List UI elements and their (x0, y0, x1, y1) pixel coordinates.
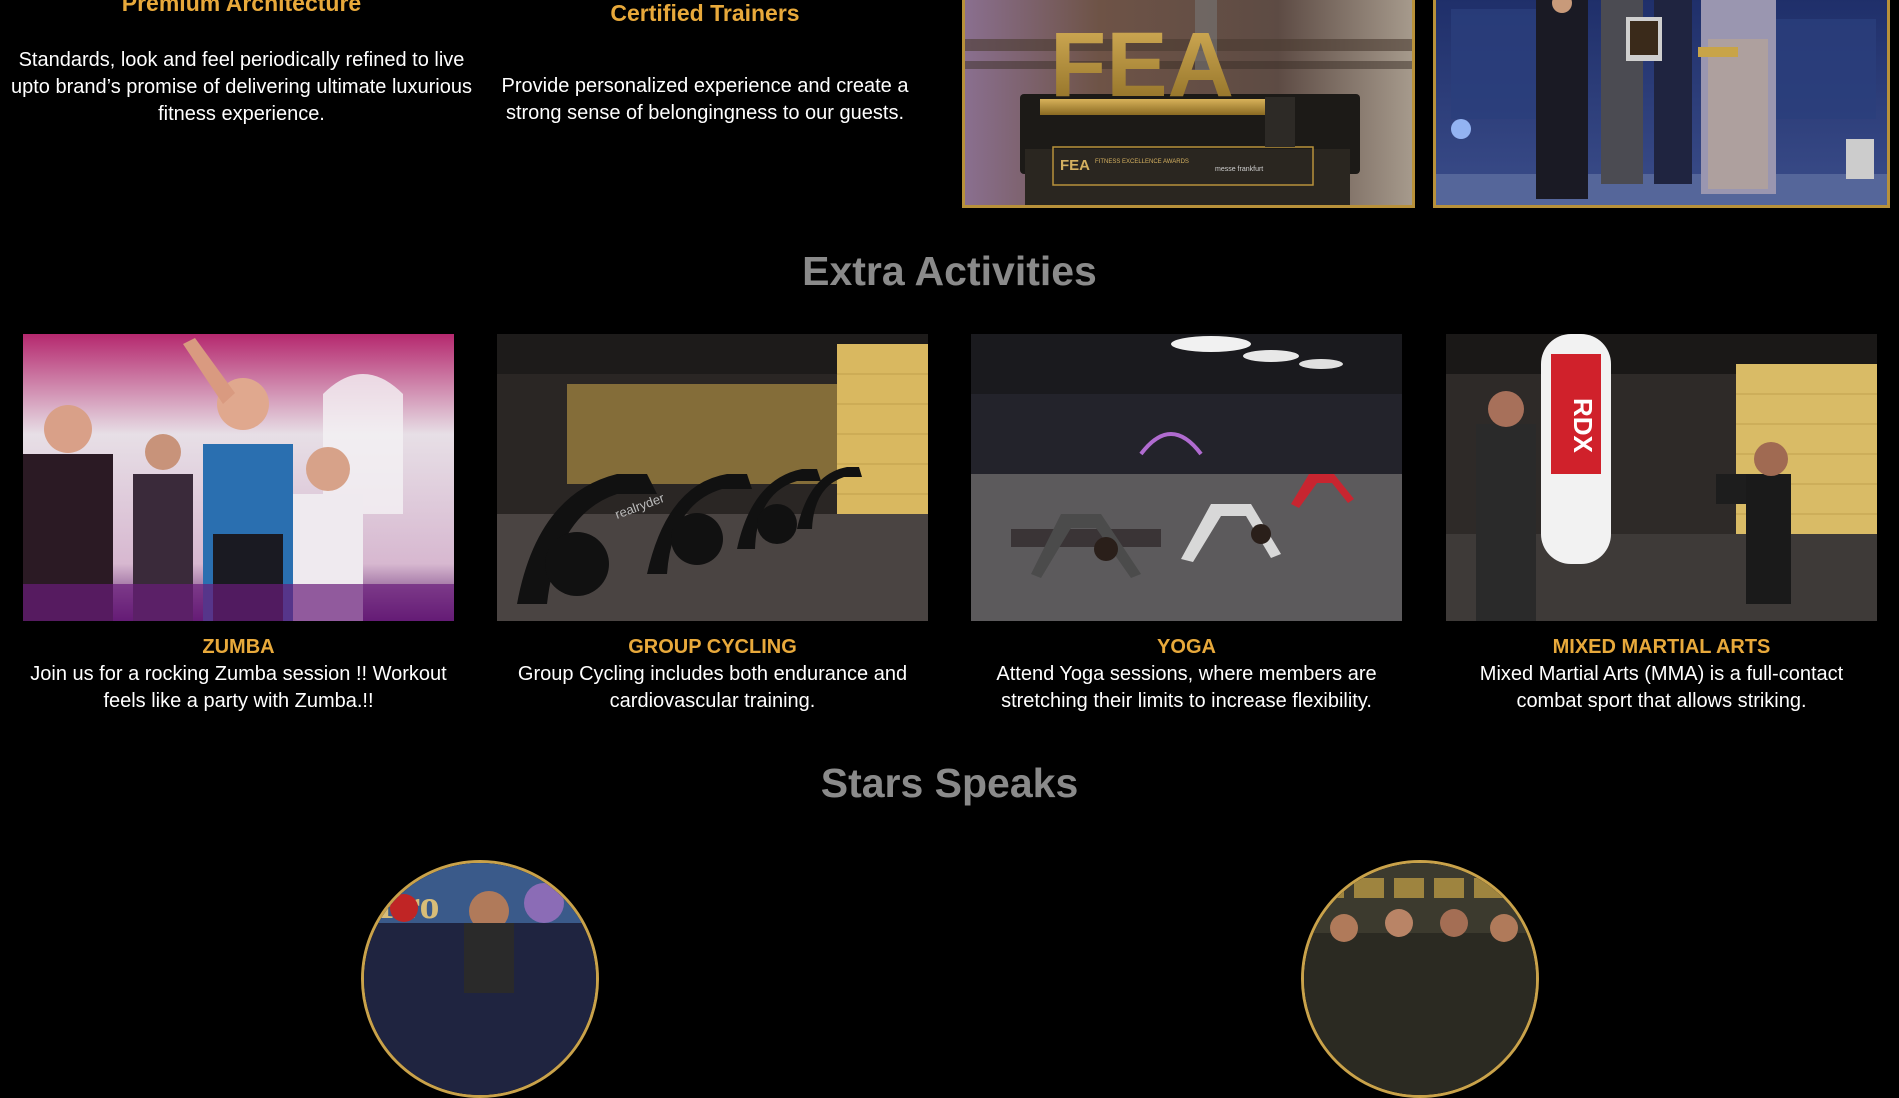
mixed-martial-arts-image: RDX (1446, 334, 1877, 621)
award-ceremony-image (1433, 0, 1890, 208)
activity-description: Mixed Martial Arts (MMA) is a full-conta… (1479, 663, 1844, 712)
activity-description: Group Cycling includes both endurance an… (517, 663, 908, 712)
feature-title: Certified Trainers (610, 0, 800, 26)
star-avatar-1[interactable]: Fro (361, 860, 599, 1098)
zumba-image (23, 334, 454, 621)
yoga-image (971, 334, 1402, 621)
activity-description: Join us for a rocking Zumba session !! W… (30, 663, 447, 712)
activity-description: Attend Yoga sessions, where members are … (996, 663, 1377, 712)
feature-certified-trainers: Certified Trainers Provide personalized … (480, 0, 930, 127)
feature-text: Standards, look and feel periodically re… (11, 49, 472, 125)
activity-title: YOGA (1157, 636, 1216, 658)
svg-text:RDX: RDX (1568, 398, 1598, 454)
activity-card-group-cycling[interactable]: realryder GROUP CYCLING Group Cycling in… (497, 334, 928, 715)
feature-premium-architecture: Premium Architecture Standards, look and… (5, 0, 478, 128)
star-avatar-2[interactable] (1301, 860, 1539, 1098)
activity-card-mixed-martial-arts[interactable]: RDX MIXED MARTIAL ARTS Mixed Martial Art… (1446, 334, 1877, 715)
trophy-plaque-logo: FEA (1060, 157, 1090, 174)
activity-title: MIXED MARTIAL ARTS (1552, 636, 1771, 658)
activity-title: GROUP CYCLING (628, 636, 797, 658)
trophy-logo-text: FEA (1050, 14, 1234, 116)
extra-activities-heading: Extra Activities (802, 248, 1097, 294)
activity-card-zumba[interactable]: ZUMBA Join us for a rocking Zumba sessio… (23, 334, 454, 715)
award-trophy-image: FEA FEA FITNESS EXCELLENCE AWARDS messe … (962, 0, 1415, 208)
trophy-organizer-text: messe frankfurt (1215, 166, 1263, 173)
feature-title: Premium Architecture (121, 0, 362, 16)
activity-title: ZUMBA (202, 636, 275, 658)
activity-card-yoga[interactable]: YOGA Attend Yoga sessions, where members… (971, 334, 1402, 715)
stars-speaks-heading: Stars Speaks (820, 760, 1079, 806)
trophy-plaque-text: FITNESS EXCELLENCE AWARDS (1095, 159, 1189, 165)
feature-text: Provide personalized experience and crea… (501, 75, 909, 124)
group-cycling-image: realryder (497, 334, 928, 621)
